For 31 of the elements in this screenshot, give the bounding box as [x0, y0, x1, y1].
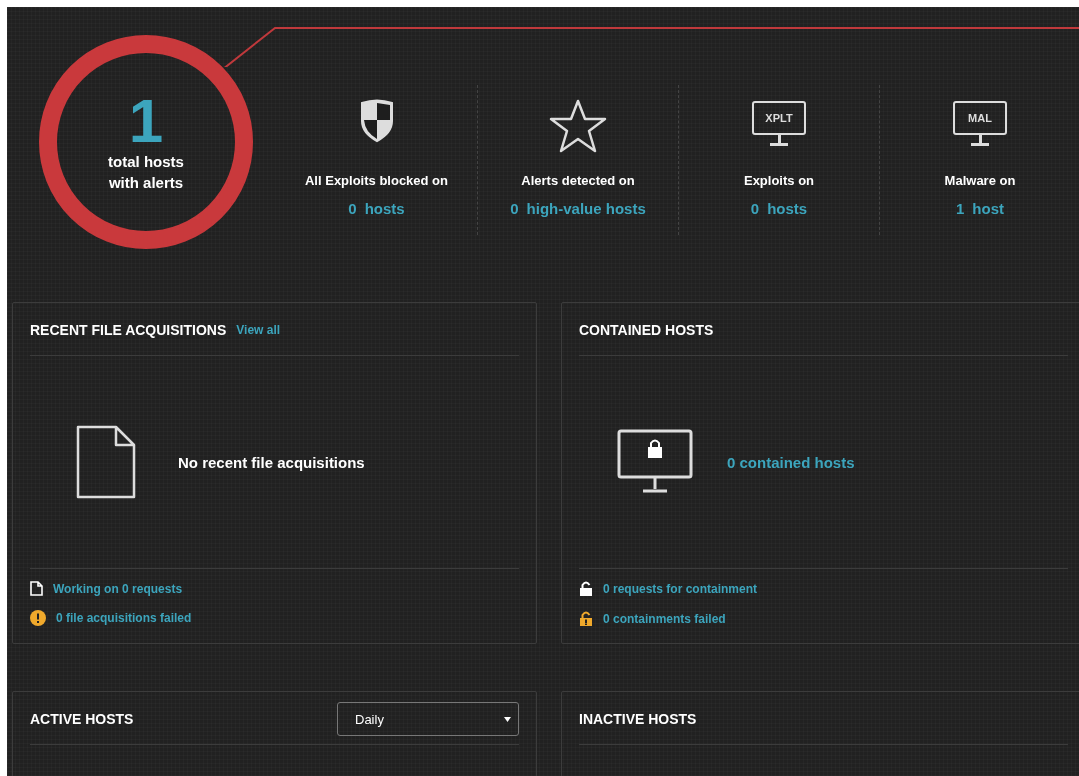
footer-link[interactable]: 0 containments failed	[603, 612, 726, 626]
panel-title: CONTAINED HOSTS	[579, 322, 714, 338]
stat-link[interactable]: 0 hosts	[348, 200, 405, 217]
star-icon	[549, 99, 607, 153]
locked-monitor-icon	[617, 429, 693, 495]
stat-label: Malware on	[944, 173, 1016, 188]
view-all-link[interactable]: View all	[236, 323, 281, 337]
stat-link[interactable]: 1 host	[956, 200, 1004, 217]
panel-title: INACTIVE HOSTS	[579, 711, 697, 727]
warning-icon	[30, 610, 46, 626]
stat-link[interactable]: 0 high-value hosts	[510, 200, 646, 217]
stat-label: Alerts detected on	[521, 173, 635, 188]
file-icon	[30, 581, 43, 596]
stat-label: Exploits on	[743, 173, 815, 188]
stat-label: All Exploits blocked on	[305, 173, 448, 188]
panel-title: RECENT FILE ACQUISITIONS	[30, 322, 227, 338]
stat-link[interactable]: 0 hosts	[750, 200, 808, 217]
shield-icon	[358, 99, 395, 143]
footer-link[interactable]: 0 requests for containment	[603, 582, 758, 596]
count-label: total hosts with alerts	[107, 152, 185, 193]
empty-message: No recent file acquisitions	[178, 453, 365, 471]
unlock-icon	[579, 581, 593, 597]
footer-link[interactable]: 0 file acquisitions failed	[56, 611, 192, 625]
period-select[interactable]: Daily	[337, 702, 519, 736]
unlock-icon	[579, 611, 593, 627]
footer-link[interactable]: Working on 0 requests	[53, 581, 183, 596]
document-icon	[76, 425, 136, 499]
host-count: 1	[128, 91, 164, 151]
panel-title: ACTIVE HOSTS	[30, 711, 134, 727]
caret-icon	[504, 716, 511, 722]
contained-hosts-link[interactable]: 0 contained hosts	[727, 453, 855, 471]
